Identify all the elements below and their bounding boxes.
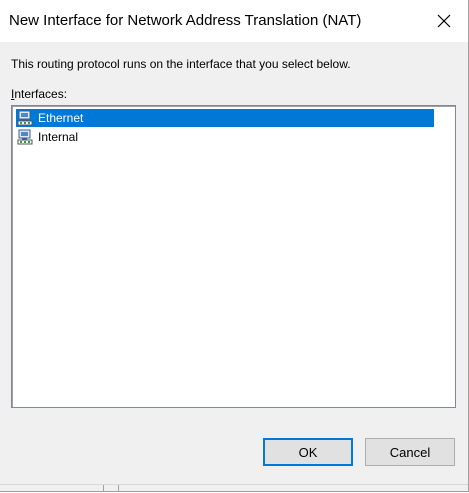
network-interface-icon xyxy=(17,110,33,126)
status-bar-segment xyxy=(0,485,104,491)
cancel-button[interactable]: Cancel xyxy=(365,438,455,466)
window-title: New Interface for Network Address Transl… xyxy=(9,12,362,29)
interfaces-label: Interfaces: xyxy=(11,87,67,101)
nat-interface-dialog: New Interface for Network Address Transl… xyxy=(0,0,469,492)
interfaces-listbox[interactable]: Ethernet Internal xyxy=(11,105,456,408)
dialog-body: This routing protocol runs on the interf… xyxy=(0,42,468,491)
interfaces-label-text: nterfaces: xyxy=(14,87,68,101)
close-icon xyxy=(437,14,451,28)
interface-item-label: Internal xyxy=(38,130,79,144)
ok-button[interactable]: OK xyxy=(263,438,353,466)
status-bar-segment xyxy=(118,485,239,491)
close-button[interactable] xyxy=(422,0,468,42)
network-interface-icon xyxy=(17,129,33,145)
interface-item-ethernet[interactable]: Ethernet xyxy=(16,109,434,127)
interface-item-internal[interactable]: Internal xyxy=(16,128,434,146)
interface-item-label: Ethernet xyxy=(38,111,84,125)
status-bar xyxy=(0,484,468,492)
description-text: This routing protocol runs on the interf… xyxy=(11,57,351,71)
title-bar[interactable]: New Interface for Network Address Transl… xyxy=(0,0,468,42)
